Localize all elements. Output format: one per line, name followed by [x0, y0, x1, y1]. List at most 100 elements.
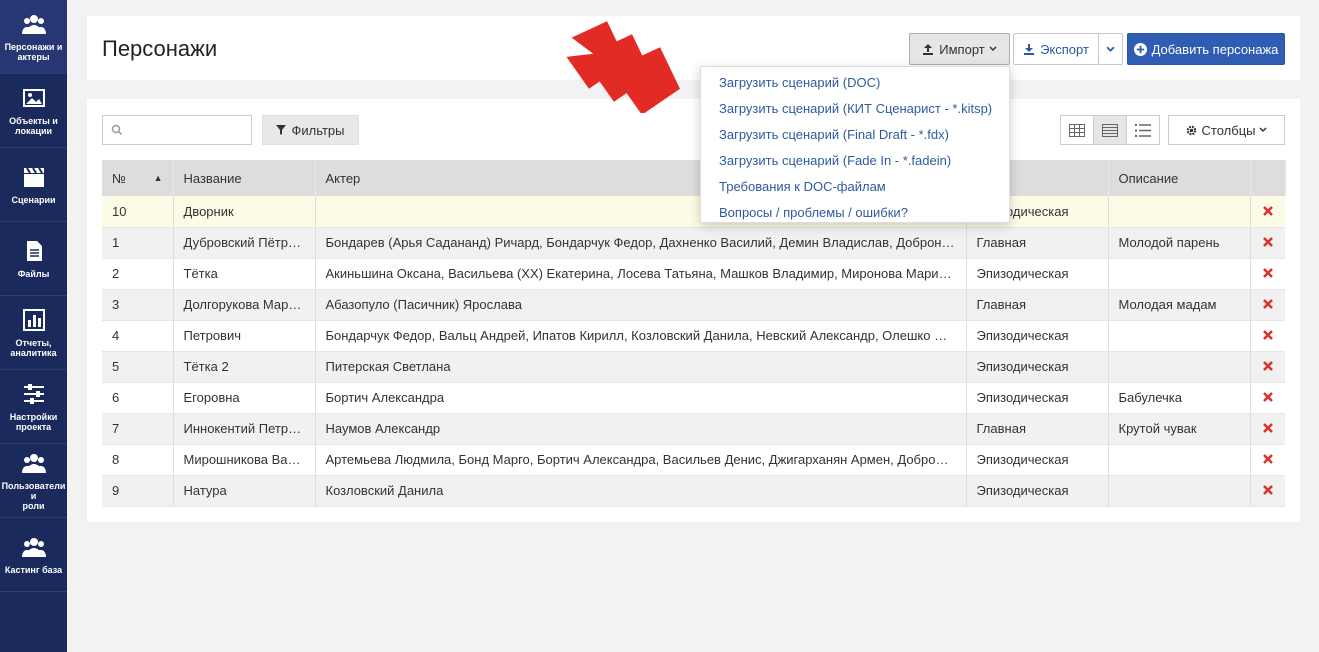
- cell-actor: Козловский Данила: [315, 475, 967, 507]
- upload-icon: [923, 44, 934, 55]
- import-menu-item-issues[interactable]: Вопросы / проблемы / ошибки?: [701, 200, 1009, 226]
- cell-description: [1108, 444, 1251, 476]
- close-icon: [1262, 205, 1273, 216]
- cell-description: [1108, 351, 1251, 383]
- sidebar-item-casting[interactable]: Кастинг база: [0, 518, 67, 592]
- cell-number: 6: [102, 382, 174, 414]
- search-input[interactable]: [129, 120, 247, 140]
- file-icon: [26, 240, 42, 261]
- sort-asc-icon: ▲: [153, 172, 163, 183]
- add-character-label: Добавить персонажа: [1151, 41, 1279, 57]
- view-grid-button[interactable]: [1061, 116, 1094, 144]
- table-row[interactable]: 6 Егоровна Бортич Александра Эпизодическая Б…: [102, 382, 1285, 414]
- import-menu-item-kitsp[interactable]: Загрузить сценарий (КИТ Сценарист - *.ki…: [701, 96, 1009, 122]
- cell-description: Бабулечка: [1108, 382, 1251, 414]
- close-icon: [1262, 392, 1273, 402]
- table-row[interactable]: 3 Долгорукова Мари... Абазопуло (Пасичник)…: [102, 289, 1285, 321]
- cell-number: 1: [102, 227, 174, 259]
- cell-actor: Артемьева Людмила, Бонд Марго, Бортич Ал…: [315, 444, 967, 476]
- filter-icon: [276, 125, 287, 135]
- cell-actor: Бондарчук Федор, Вальц Андрей, Ипатов Ки…: [315, 320, 967, 352]
- sidebar-item-users[interactable]: Пользователи и роли: [0, 444, 67, 518]
- cell-name: Дубровский Пётр И...: [173, 227, 316, 259]
- gear-icon: [1186, 125, 1196, 135]
- columns-button[interactable]: Столбцы: [1168, 115, 1285, 145]
- column-header-name[interactable]: Название: [173, 160, 316, 196]
- cell-name: Петрович: [173, 320, 316, 352]
- sidebar-item-reports[interactable]: Отчеты, аналитика: [0, 296, 67, 370]
- sidebar: Персонажи и актеры Объекты и локации Сце…: [0, 0, 67, 652]
- sidebar-item-settings[interactable]: Настройки проекта: [0, 370, 67, 444]
- table-row[interactable]: 4 Петрович Бондарчук Федор, Вальц Андрей, …: [102, 320, 1285, 352]
- table-row[interactable]: 5 Тётка 2 Питерская Светлана Эпизодическая: [102, 351, 1285, 383]
- cell-role: Эпизодическая: [966, 444, 1109, 476]
- cell-role: Эпизодическая: [966, 351, 1109, 383]
- download-icon: [1024, 44, 1035, 55]
- column-header-description[interactable]: Описание: [1108, 160, 1251, 196]
- cell-description: [1108, 320, 1251, 352]
- import-menu-item-fdx[interactable]: Загрузить сценарий (Final Draft - *.fdx): [701, 122, 1009, 148]
- cell-actor: Абазопуло (Пасичник) Ярослава: [315, 289, 967, 321]
- import-dropdown-menu: Загрузить сценарий (DOC) Загрузить сцена…: [700, 66, 1010, 223]
- add-character-button[interactable]: Добавить персонажа: [1127, 33, 1285, 65]
- table-row[interactable]: 9 Натура Козловский Данила Эпизодическая: [102, 475, 1285, 507]
- delete-button[interactable]: [1250, 382, 1285, 414]
- close-icon: [1262, 485, 1273, 495]
- import-button[interactable]: Импорт: [909, 33, 1010, 65]
- import-menu-item-fadein[interactable]: Загрузить сценарий (Fade In - *.fadein): [701, 148, 1009, 174]
- cell-number: 2: [102, 258, 174, 290]
- chevron-down-icon: [989, 46, 997, 52]
- table-row[interactable]: 2 Тётка Акиньшина Оксана, Васильева (XX) Е…: [102, 258, 1285, 290]
- table-row[interactable]: 7 Иннокентий Петров... Наумов Александр Гла…: [102, 413, 1285, 445]
- search-box[interactable]: [102, 115, 252, 145]
- table-row[interactable]: 8 Мирошникова Васё... Артемьева Людмила, Б…: [102, 444, 1285, 476]
- cell-name: Егоровна: [173, 382, 316, 414]
- clapperboard-icon: [23, 166, 44, 187]
- close-icon: [1262, 268, 1273, 278]
- cell-role: Главная: [966, 289, 1109, 321]
- sidebar-item-characters[interactable]: Персонажи и актеры: [0, 0, 67, 74]
- delete-button[interactable]: [1250, 351, 1285, 383]
- filters-button[interactable]: Фильтры: [262, 115, 359, 145]
- import-menu-item-doc[interactable]: Загрузить сценарий (DOC): [701, 70, 1009, 96]
- sidebar-item-label: Объекты и локации: [9, 115, 58, 136]
- sliders-icon: [23, 383, 44, 404]
- export-dropdown-button[interactable]: [1098, 33, 1123, 65]
- delete-button[interactable]: [1250, 475, 1285, 507]
- delete-button[interactable]: [1250, 258, 1285, 290]
- image-icon: [22, 88, 45, 107]
- search-icon: [111, 124, 123, 136]
- cell-description: [1108, 258, 1251, 290]
- cell-name: Долгорукова Мари...: [173, 289, 316, 321]
- cell-number: 10: [102, 196, 174, 228]
- page-title: Персонажи: [102, 36, 218, 61]
- cell-description: Крутой чувак: [1108, 413, 1251, 445]
- import-menu-item-doc-requirements[interactable]: Требования к DOC-файлам: [701, 174, 1009, 200]
- cell-name: Иннокентий Петров...: [173, 413, 316, 445]
- delete-button[interactable]: [1250, 227, 1285, 259]
- cell-role: Эпизодическая: [966, 258, 1109, 290]
- table-row[interactable]: 1 Дубровский Пётр И... Бондарев (Арья Сада…: [102, 227, 1285, 259]
- cell-name: Натура: [173, 475, 316, 507]
- list-icon: [1135, 123, 1151, 137]
- sidebar-item-label: Пользователи и роли: [1, 480, 66, 511]
- delete-button[interactable]: [1250, 444, 1285, 476]
- cell-name: Мирошникова Васё...: [173, 444, 316, 476]
- sidebar-item-label: Персонажи и актеры: [4, 41, 63, 62]
- close-icon: [1262, 423, 1273, 433]
- sidebar-item-files[interactable]: Файлы: [0, 222, 67, 296]
- view-rows-button[interactable]: [1094, 116, 1127, 144]
- table-row[interactable]: 10 Дворник Эпизодическая: [102, 196, 1285, 228]
- sidebar-item-objects[interactable]: Объекты и локации: [0, 74, 67, 148]
- delete-button[interactable]: [1250, 289, 1285, 321]
- cell-actor: Бондарев (Арья Садананд) Ричард, Бондарч…: [315, 227, 967, 259]
- sidebar-item-label: Кастинг база: [4, 564, 63, 575]
- column-header-number[interactable]: № ▲: [102, 160, 174, 196]
- view-list-button[interactable]: [1127, 116, 1159, 144]
- sidebar-item-scripts[interactable]: Сценарии: [0, 148, 67, 222]
- sidebar-item-label: Настройки проекта: [9, 411, 58, 432]
- delete-button[interactable]: [1250, 196, 1285, 228]
- export-button[interactable]: Экспорт: [1013, 33, 1099, 65]
- delete-button[interactable]: [1250, 413, 1285, 445]
- delete-button[interactable]: [1250, 320, 1285, 352]
